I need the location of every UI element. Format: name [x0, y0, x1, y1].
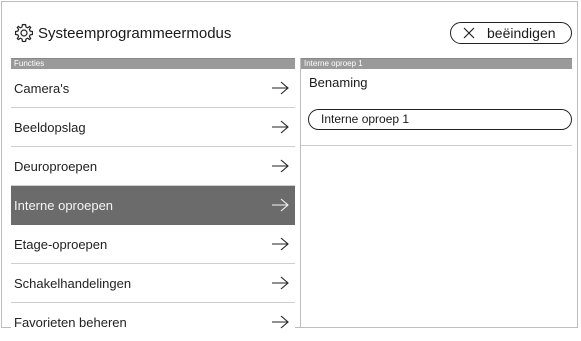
menu-item-image-storage[interactable]: Beeldopslag	[11, 108, 295, 147]
page-title: Systeemprogrammeermodus	[38, 25, 232, 42]
arrow-right-icon	[272, 159, 289, 173]
menu-item-label: Deuroproepen	[14, 159, 98, 174]
menu-item-label: Camera's	[14, 81, 70, 96]
divider	[301, 145, 572, 146]
menu-item-label: Beeldopslag	[14, 120, 86, 135]
window: Systeemprogrammeermodus beëindigen Funct…	[1, 1, 578, 341]
arrow-right-icon	[272, 120, 289, 134]
end-button[interactable]: beëindigen	[450, 22, 572, 44]
arrow-right-icon	[272, 81, 289, 95]
menu-item-switching-actions[interactable]: Schakelhandelingen	[11, 264, 295, 303]
menu-item-label: Etage-oproepen	[14, 237, 108, 252]
menu-item-manage-favorites[interactable]: Favorieten beheren	[11, 303, 295, 341]
functions-panel: Functies Camera's Beeldopslag Deuroproep…	[11, 58, 295, 341]
menu-item-door-calls[interactable]: Deuroproepen	[11, 147, 295, 186]
menu-item-label: Interne oproepen	[14, 198, 114, 213]
menu-item-floor-calls[interactable]: Etage-oproepen	[11, 225, 295, 264]
detail-heading: Interne oproep 1	[301, 58, 572, 69]
close-icon	[463, 27, 475, 39]
arrow-right-icon	[272, 237, 289, 251]
functions-heading: Functies	[11, 58, 295, 69]
gear-icon	[15, 23, 33, 43]
menu-item-internal-calls[interactable]: Interne oproepen	[11, 186, 295, 225]
arrow-right-icon	[272, 276, 289, 290]
menu-item-cameras[interactable]: Camera's	[11, 69, 295, 108]
detail-panel: Interne oproep 1 Benaming Interne oproep…	[300, 58, 572, 327]
end-button-label: beëindigen	[487, 25, 556, 41]
header: Systeemprogrammeermodus beëindigen	[2, 2, 577, 52]
name-field-label: Benaming	[309, 75, 368, 90]
menu-item-label: Schakelhandelingen	[14, 276, 132, 291]
name-input[interactable]: Interne oproep 1	[308, 109, 572, 130]
arrow-right-icon	[272, 315, 289, 329]
menu-item-label: Favorieten beheren	[14, 315, 127, 330]
arrow-right-icon	[272, 198, 289, 212]
